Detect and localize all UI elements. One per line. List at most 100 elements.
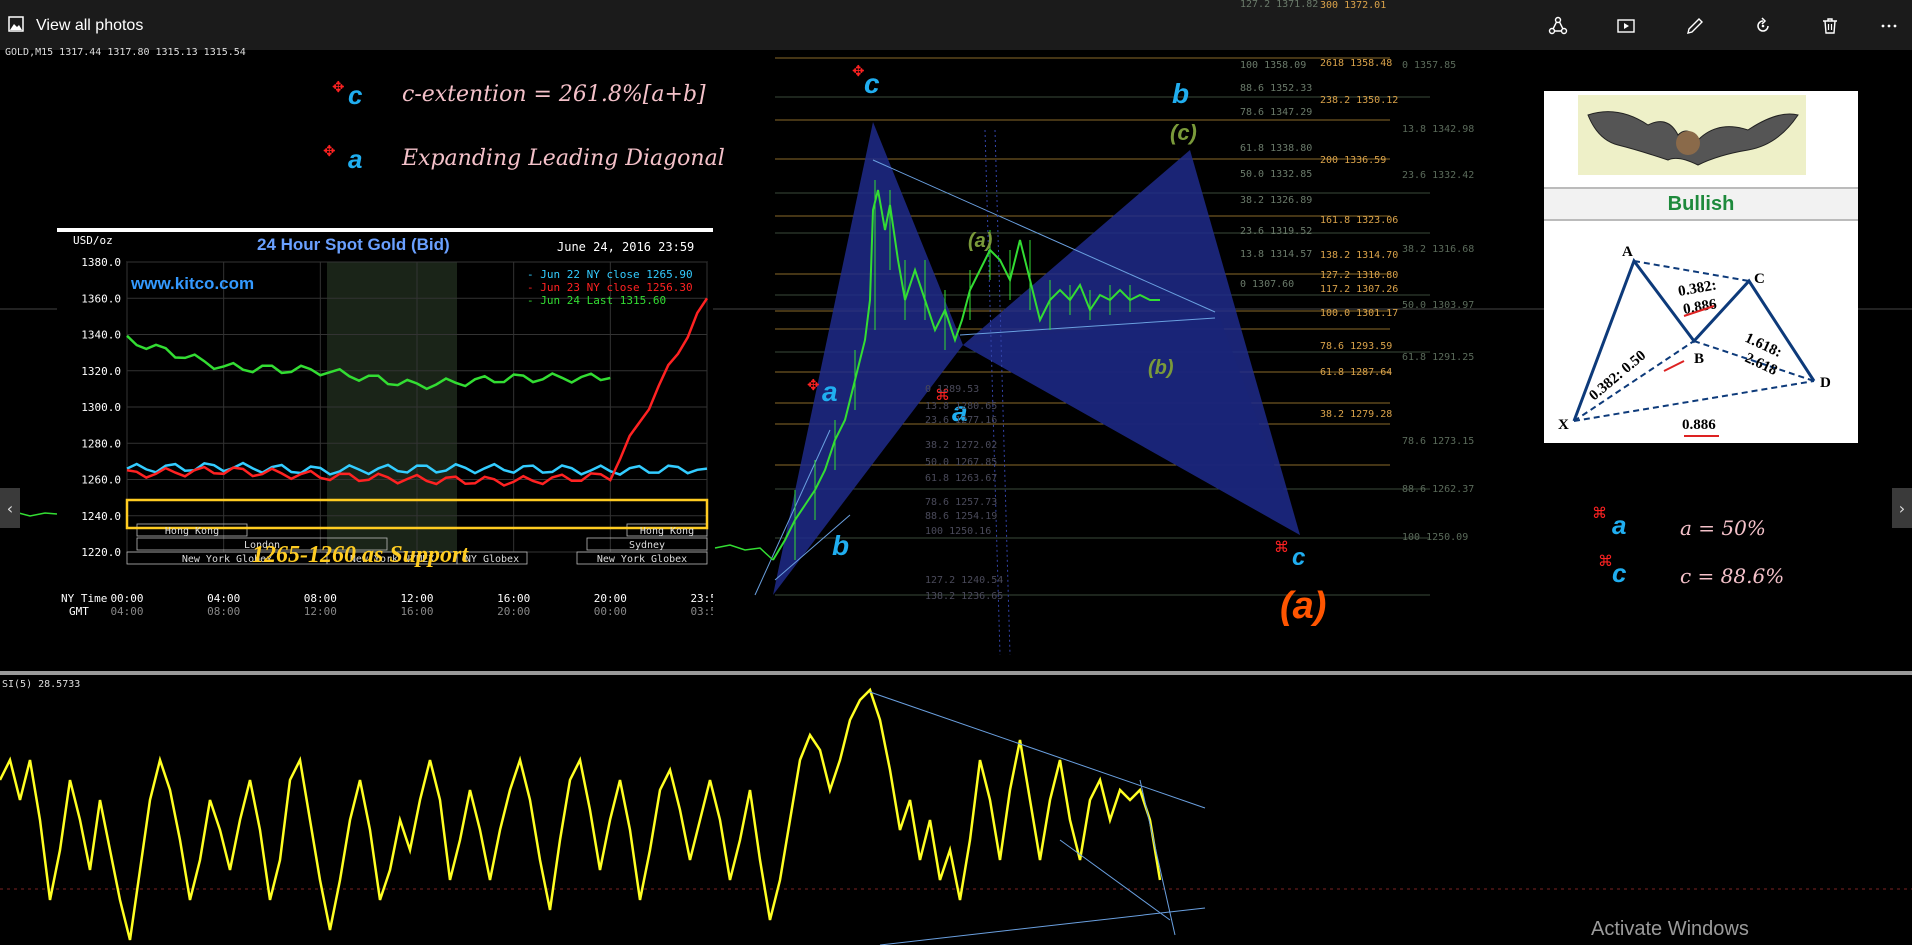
x-tick-label: 04:00 bbox=[207, 592, 240, 605]
gmt-tick-label: 03:59 bbox=[690, 605, 713, 618]
fib-label: 23.6 1332.42 bbox=[1402, 170, 1475, 181]
fib-label: 38.2 1279.28 bbox=[1320, 409, 1393, 420]
wave-c-top: c bbox=[864, 68, 880, 99]
title-bar: View all photos bbox=[0, 0, 1912, 50]
x-tick-label: 12:00 bbox=[400, 592, 433, 605]
fib-label: 138.2 1314.70 bbox=[1320, 250, 1399, 261]
next-arrow[interactable]: › bbox=[1892, 488, 1912, 528]
more-icon bbox=[1881, 24, 1897, 28]
fib-label: 78.6 1293.59 bbox=[1320, 341, 1393, 352]
annotation-right-c: c = 88.6% bbox=[1680, 564, 1785, 588]
x-tick-label: 16:00 bbox=[497, 592, 530, 605]
bat-ratio-label: 0.886 bbox=[1682, 417, 1716, 433]
fib-label: 38.2 1316.68 bbox=[1402, 244, 1475, 255]
fib-label: 0 1357.85 bbox=[1402, 60, 1457, 71]
fib-label: 238.2 1350.12 bbox=[1320, 95, 1399, 106]
legend-item: - Jun 24 Last 1315.60 bbox=[527, 294, 666, 307]
annotation-c-label: c bbox=[348, 80, 363, 110]
y-tick-label: 1360.0 bbox=[81, 292, 121, 305]
bat-ratio-label: 0.382: 0.50 bbox=[1586, 348, 1649, 404]
photo-icon bbox=[8, 16, 24, 32]
session-label: Hong Kong bbox=[165, 526, 219, 537]
session-label: NY Globex bbox=[465, 554, 519, 565]
fib-label: 100.0 1301.17 bbox=[1320, 308, 1399, 319]
fib-label: 161.8 1323.06 bbox=[1320, 215, 1399, 226]
bat-point-label: B bbox=[1694, 351, 1704, 367]
kitco-title: 24 Hour Spot Gold (Bid) bbox=[257, 235, 450, 254]
fib-label: 100 1250.09 bbox=[1402, 532, 1469, 543]
gmt-tick-label: 00:00 bbox=[594, 605, 627, 618]
x-tick-label: 20:00 bbox=[594, 592, 627, 605]
fib-label: 127.2 1310.80 bbox=[1320, 270, 1399, 281]
fib-label: 100 1250.16 bbox=[925, 526, 992, 537]
fib-label: 0 1307.60 bbox=[1240, 279, 1295, 290]
view-all-photos-link[interactable]: View all photos bbox=[36, 17, 143, 35]
fib-label: 2618 1358.48 bbox=[1320, 58, 1393, 69]
bullish-label: Bullish bbox=[1544, 187, 1858, 221]
activate-windows-watermark: Activate Windows bbox=[1591, 918, 1749, 940]
fib-label: 88.6 1262.37 bbox=[1402, 484, 1475, 495]
kitco-chart-svg: 1380.0 1360.0 1340.0 1320.0 1300.0 1280.0 1260… bbox=[61, 256, 713, 618]
gmt-tick-label: 16:00 bbox=[400, 605, 433, 618]
delete-button[interactable] bbox=[1815, 12, 1845, 40]
fib-label: 88.6 1352.33 bbox=[1240, 83, 1313, 94]
fib-label: 78.6 1273.15 bbox=[1402, 436, 1475, 447]
edit-button[interactable] bbox=[1680, 12, 1710, 40]
rotate-button[interactable] bbox=[1748, 12, 1778, 40]
gmt-tick-label: 08:00 bbox=[207, 605, 240, 618]
y-tick-label: 1380.0 bbox=[81, 256, 121, 269]
bat-point-label: A bbox=[1622, 244, 1633, 260]
wave-a-mid: a bbox=[822, 376, 838, 407]
fib-label: 50.0 1332.85 bbox=[1240, 169, 1313, 180]
legend-item: - Jun 22 NY close 1265.90 bbox=[527, 268, 693, 281]
fib-label: 61.8 1263.67 bbox=[925, 473, 998, 484]
slideshow-button[interactable] bbox=[1611, 12, 1641, 40]
annotation-line2: Expanding Leading Diagonal bbox=[402, 146, 725, 171]
wave-c-right: c bbox=[1292, 544, 1306, 571]
fib-label: 88.6 1254.19 bbox=[925, 511, 998, 522]
photo-viewer: GOLD,M15 1317.44 1317.80 1315.13 1315.54… bbox=[0, 0, 1912, 945]
x-tick-label: 23:59 bbox=[690, 592, 713, 605]
share-button[interactable] bbox=[1543, 12, 1573, 40]
bat-diagram: ABCDX0.382:0.8860.382: 0.501.618:2.6180.… bbox=[1558, 244, 1831, 437]
share-icon bbox=[1548, 16, 1568, 35]
kitco-date: June 24, 2016 23:59 bbox=[557, 240, 695, 254]
ny-time-label: NY Time bbox=[61, 592, 107, 605]
gmt-tick-label: 12:00 bbox=[304, 605, 337, 618]
support-label: 1265-1260 as Support bbox=[252, 542, 469, 568]
delete-icon bbox=[1823, 18, 1837, 34]
annotation-right-a: a = 50% bbox=[1680, 516, 1766, 540]
fib-label: 13.8 1342.98 bbox=[1402, 124, 1475, 135]
y-tick-label: 1240.0 bbox=[81, 510, 121, 523]
fib-label: 50.0 1267.85 bbox=[925, 457, 998, 468]
kitco-gold-chart: 1380.0 1360.0 1340.0 1320.0 1300.0 1280.0 1260… bbox=[57, 228, 713, 656]
bat-point-label: X bbox=[1558, 417, 1569, 433]
rotate-icon bbox=[1757, 17, 1769, 32]
more-button[interactable] bbox=[1874, 12, 1904, 40]
wave-a-paren: (a) bbox=[1280, 585, 1327, 627]
x-tick-label: 00:00 bbox=[110, 592, 143, 605]
marker-icon: ✥ bbox=[807, 376, 820, 394]
fib-label: 138.2 1236.65 bbox=[925, 591, 1004, 602]
annotation-line1: c-extention = 261.8%[a+b] bbox=[402, 82, 706, 107]
indicator-header: SI(5) 28.5733 bbox=[2, 679, 81, 690]
y-tick-label: 1300.0 bbox=[81, 401, 121, 414]
fib-label: 23.6 1277.16 bbox=[925, 415, 998, 426]
kitco-units: USD/oz bbox=[73, 234, 113, 247]
marker-icon: ✥ bbox=[332, 78, 345, 96]
fib-label: 127.2 1240.54 bbox=[925, 575, 1004, 586]
slideshow-icon bbox=[1617, 19, 1635, 33]
y-tick-label: 1220.0 bbox=[81, 546, 121, 559]
fib-label: 300 1372.01 bbox=[1320, 0, 1387, 11]
fib-label: 127.2 1371.82 bbox=[1240, 0, 1319, 10]
annotation-right-a-label: a bbox=[1612, 510, 1627, 540]
fib-label: 200 1336.59 bbox=[1320, 155, 1387, 166]
gmt-tick-label: 04:00 bbox=[110, 605, 143, 618]
previous-arrow[interactable]: ‹ bbox=[0, 488, 20, 528]
marker-icon: ⌘ bbox=[1592, 504, 1607, 522]
fib-label: 38.2 1326.89 bbox=[1240, 195, 1313, 206]
bat-image bbox=[1578, 95, 1806, 175]
gmt-tick-label: 20:00 bbox=[497, 605, 530, 618]
wave-b-paren: (b) bbox=[1148, 357, 1174, 379]
edit-icon bbox=[1687, 18, 1703, 34]
